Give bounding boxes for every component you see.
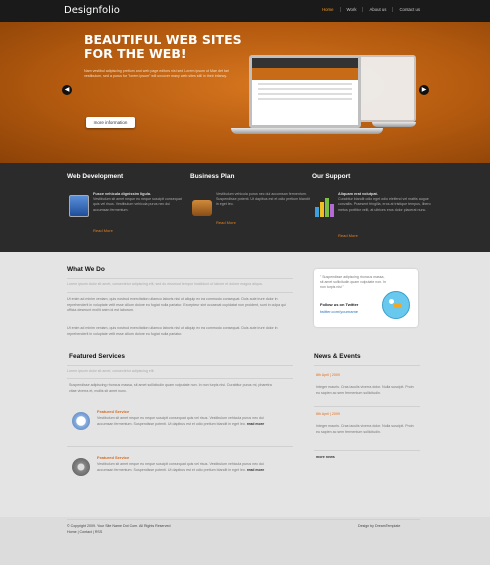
divider (67, 292, 293, 293)
site-logo[interactable]: Designfolio (64, 5, 120, 16)
divider (314, 365, 420, 366)
news-date: 8th April | 2009 (316, 373, 340, 377)
read-more-link[interactable]: Read More (338, 233, 358, 238)
feature-web-development: Web Development Fusce vehicula dignissim… (67, 173, 187, 233)
footer-links[interactable]: Home | Contact | RSS (67, 530, 102, 534)
phone-icon (69, 195, 89, 217)
feature-business-plan: Business Plan Vestibulum vehicula purus … (190, 173, 310, 225)
feature-text: Vestibulum vehicula purus nec dui accums… (216, 192, 310, 207)
bar-chart-icon (314, 195, 334, 217)
read-more-link[interactable]: Read More (216, 220, 236, 225)
divider (314, 406, 420, 407)
slider-prev-icon[interactable]: ◀ (62, 85, 72, 95)
twitter-link[interactable]: twitter.com/yourname (320, 309, 358, 314)
services-intro: Suspendisse adipiscing rhoncus massa, si… (69, 383, 272, 393)
footer-divider (67, 519, 420, 520)
what-we-do-title: What We Do (67, 266, 105, 273)
services-lead: Lorem ipsum dolor sit amet, consectetur … (67, 369, 155, 373)
twitter-bird-icon (382, 291, 410, 319)
read-more-link[interactable]: read more (247, 422, 264, 426)
news-date: 8th April | 2009 (316, 412, 340, 416)
briefcase-icon (192, 200, 212, 216)
divider (67, 446, 293, 447)
read-more-link[interactable]: read more (247, 468, 264, 472)
divider (314, 450, 420, 451)
news-text: Integer mauris. Cras iaculis viverra dol… (316, 424, 414, 434)
service-text: Vestibulum sit amet neque eu neque susci… (97, 462, 265, 472)
footer-credit[interactable]: Design by DreamTemplate (358, 524, 400, 528)
nav-contact[interactable]: Contact us (392, 7, 426, 12)
feature-title: Web Development (67, 173, 124, 180)
service-text: Vestibulum sit amet neque eu neque susci… (97, 416, 265, 426)
hero-text: Nam vestibul adipiscing pretium and web … (84, 69, 230, 78)
feature-bold: Fusce vehicula dignissim ligula. (93, 192, 152, 196)
news-text: Integer mauris. Cras iaculis viverra dol… (316, 385, 414, 395)
feature-text: Vestibulum sit amet neque eu neque susci… (93, 197, 182, 212)
featured-services-title: Featured Services (69, 353, 126, 360)
nav-about[interactable]: About us (362, 7, 392, 12)
feature-title: Business Plan (190, 173, 235, 180)
feature-text: Curabitur blandit odio eget odio eleifen… (338, 197, 431, 212)
laptop-image (249, 55, 361, 128)
divider (67, 278, 293, 279)
laptop-back-base (372, 122, 416, 127)
read-more-link[interactable]: Read More (93, 228, 113, 233)
clock-icon (72, 412, 90, 430)
service-title: Featured Service (97, 409, 130, 414)
what-we-do-p1: Ut enim ad minim veniam, quis nostrud ex… (67, 297, 286, 312)
divider (67, 365, 293, 366)
slider-next-icon[interactable]: ▶ (419, 85, 429, 95)
hero-title: BEAUTIFUL WEB SITES FOR THE WEB! (84, 32, 242, 61)
gear-icon (72, 458, 90, 476)
more-news-link[interactable]: more news (316, 455, 335, 461)
news-title: News & Events (314, 353, 361, 360)
main-nav: Home Work About us Contact us (316, 7, 426, 12)
service-title: Featured Service (97, 455, 130, 460)
footer-copyright: © Copyright 2009. Your Site Name Dot Com… (67, 524, 171, 528)
divider (67, 378, 293, 379)
feature-bold: Aliquam erat volutpat. (338, 192, 378, 196)
twitter-follow: Follow us on Twitter (320, 302, 359, 307)
tweet-quote: " Suspendisse adipiscing rhoncus massa, … (320, 275, 386, 289)
feature-our-support: Our Support Aliquam erat volutpat. Curabi… (312, 173, 432, 238)
what-we-do-lead: Lorem ipsum dolor sit amet, consectetur … (67, 282, 263, 286)
more-information-button[interactable]: more information (86, 117, 135, 128)
nav-home[interactable]: Home (316, 7, 339, 12)
laptop-base (231, 128, 383, 134)
feature-title: Our Support (312, 173, 351, 180)
nav-work[interactable]: Work (339, 7, 363, 12)
what-we-do-p2: Ut enim ad minim veniam, quis nostrud ex… (67, 326, 278, 336)
